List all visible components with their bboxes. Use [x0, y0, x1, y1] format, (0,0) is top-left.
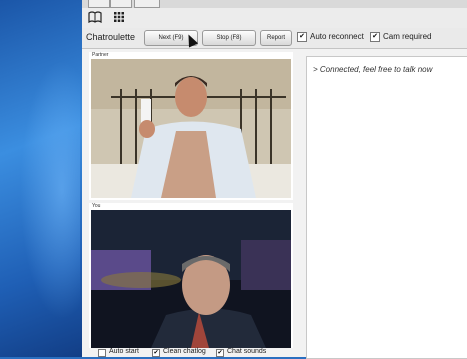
chat-log[interactable]: > Connected, feel free to talk now — [306, 56, 467, 359]
forward-tab-stub[interactable] — [110, 0, 132, 8]
desktop-background — [0, 0, 82, 357]
auto-start-checkbox[interactable] — [98, 349, 106, 357]
chat-message: > Connected, feel free to talk now — [313, 65, 433, 74]
you-label: You — [92, 203, 101, 209]
auto-reconnect-checkbox[interactable]: ✔ — [297, 32, 307, 42]
browser-window: Chatroulette Next (F9) Stop (F8) Report … — [82, 0, 467, 359]
self-video — [91, 210, 291, 348]
partner-label: Partner — [92, 52, 109, 58]
partner-panel: Partner — [89, 52, 293, 200]
chat-toolbar: Chatroulette Next (F9) Stop (F8) Report … — [82, 28, 467, 49]
report-button[interactable]: Report — [260, 30, 292, 46]
clean-chatlog-label: Clean chatlog — [163, 348, 206, 355]
book-icon[interactable] — [88, 11, 102, 24]
icon-bar — [82, 8, 467, 29]
cam-required-checkbox[interactable]: ✔ — [370, 32, 380, 42]
auto-start-label: Auto start — [109, 348, 139, 355]
options-bar: Auto start ✔ Clean chatlog ✔ Chat sounds — [82, 348, 306, 357]
auto-reconnect-label: Auto reconnect — [310, 32, 364, 41]
chat-sounds-checkbox[interactable]: ✔ — [216, 349, 224, 357]
chat-sounds-label: Chat sounds — [227, 348, 267, 355]
back-tab-stub[interactable] — [88, 0, 110, 8]
grid-icon[interactable] — [112, 11, 126, 23]
partner-video — [91, 59, 291, 198]
app-title: Chatroulette — [86, 32, 136, 42]
desktop-glow — [20, 60, 80, 320]
you-panel: You — [89, 203, 293, 348]
clean-chatlog-checkbox[interactable]: ✔ — [152, 349, 160, 357]
cam-required-label: Cam required — [383, 32, 432, 41]
menu-tab-stub[interactable] — [134, 0, 160, 8]
stop-button[interactable]: Stop (F8) — [202, 30, 256, 46]
